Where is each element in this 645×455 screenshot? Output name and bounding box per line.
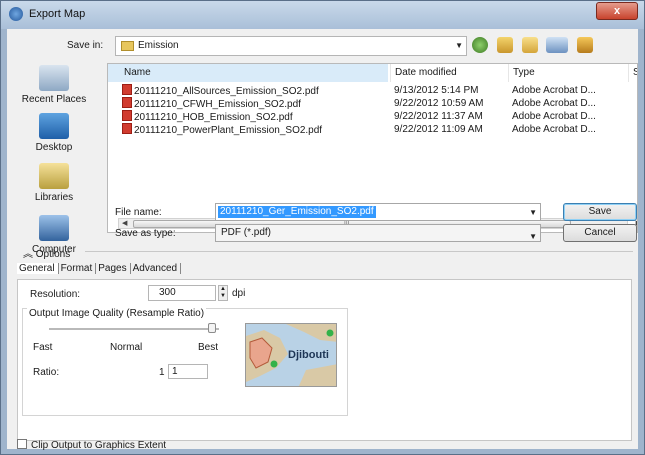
views-icon[interactable] — [546, 37, 569, 53]
slider-label-normal: Normal — [110, 342, 143, 353]
folder-icon — [121, 41, 134, 51]
save-type-dropdown[interactable]: PDF (*.pdf) ▼ — [215, 224, 541, 242]
file-date: 9/13/2012 5:14 PM — [394, 85, 479, 96]
ratio-label: Ratio: — [33, 367, 60, 378]
place-label: Desktop — [35, 142, 73, 153]
place-libraries[interactable]: Libraries — [7, 163, 101, 203]
places-bar: Recent Places Desktop Libraries Computer — [7, 63, 101, 255]
clip-output-label: Clip Output to Graphics Extent — [31, 440, 167, 451]
computer-icon — [39, 215, 69, 241]
save-type-value: PDF (*.pdf) — [221, 227, 272, 238]
general-tab-panel: Resolution: 300 ▲ ▼ dpi Output Image Qual… — [17, 279, 632, 441]
save-in-label: Save in: — [67, 40, 104, 51]
back-icon[interactable] — [472, 37, 488, 53]
quality-slider-track[interactable] — [49, 328, 219, 330]
recent-places-icon — [39, 65, 69, 91]
file-name: 20111210_AllSources_Emission_SO2.pdf — [134, 86, 319, 97]
map-preview: Djibouti — [245, 323, 337, 387]
place-label: Recent Places — [21, 94, 87, 105]
quality-slider-thumb[interactable] — [208, 323, 216, 333]
resolution-input[interactable]: 300 — [148, 285, 216, 301]
file-name: 20111210_CFWH_Emission_SO2.pdf — [134, 99, 301, 110]
column-header-type[interactable]: Type — [508, 64, 626, 82]
pdf-icon — [122, 84, 132, 95]
file-type: Adobe Acrobat D... — [512, 124, 596, 135]
up-folder-icon[interactable] — [496, 37, 513, 53]
options-toggle[interactable]: ︽ Options — [23, 245, 70, 260]
chevron-down-icon: ▼ — [529, 232, 537, 241]
column-header-size[interactable]: Siz — [628, 64, 637, 82]
clip-output-option[interactable]: Clip Output to Graphics Extent — [17, 439, 166, 451]
map-preview-image: Djibouti — [246, 324, 336, 386]
chevron-up-icon: ︽ — [23, 249, 33, 260]
pdf-icon — [122, 97, 132, 108]
options-label: Options — [35, 249, 71, 260]
divider — [85, 251, 633, 252]
place-desktop[interactable]: Desktop — [7, 113, 101, 153]
clip-output-checkbox[interactable] — [17, 439, 27, 449]
ratio-input[interactable]: 1 — [168, 364, 208, 379]
file-type: Adobe Acrobat D... — [512, 85, 596, 96]
scroll-left-icon[interactable]: ◀ — [122, 219, 127, 227]
save-type-label: Save as type: — [115, 228, 176, 239]
pdf-icon — [122, 110, 132, 121]
pdf-icon — [122, 123, 132, 134]
cancel-button[interactable]: Cancel — [563, 224, 637, 242]
dialog-body: Save in: Emission ▼ Recent Places Deskto… — [7, 29, 638, 451]
navigation-toolbar — [472, 37, 599, 55]
output-quality-group: Output Image Quality (Resample Ratio) Fa… — [22, 308, 348, 416]
output-quality-title: Output Image Quality (Resample Ratio) — [27, 308, 207, 319]
chevron-down-icon[interactable]: ▼ — [529, 208, 537, 217]
file-name-value: 20111210_Ger_Emission_SO2.pdf — [218, 206, 376, 218]
file-date: 9/22/2012 10:59 AM — [394, 98, 484, 109]
new-folder-icon[interactable] — [521, 37, 538, 53]
close-button[interactable]: x — [596, 2, 638, 20]
tab-general[interactable]: General — [17, 263, 59, 274]
libraries-icon — [39, 163, 69, 189]
file-type: Adobe Acrobat D... — [512, 98, 596, 109]
export-map-dialog: Export Map x Save in: Emission ▼ Recent … — [0, 0, 645, 455]
title-bar: Export Map x — [1, 1, 644, 29]
save-button[interactable]: Save — [563, 203, 637, 221]
slider-label-best: Best — [198, 342, 219, 353]
resolution-label: Resolution: — [30, 289, 81, 300]
file-row[interactable]: 20111210_CFWH_Emission_SO2.pdf 9/22/2012… — [108, 97, 637, 110]
file-name: 20111210_PowerPlant_Emission_SO2.pdf — [134, 125, 323, 136]
file-name: 20111210_HOB_Emission_SO2.pdf — [134, 112, 293, 123]
home-icon[interactable] — [577, 37, 594, 53]
tab-format[interactable]: Format — [59, 263, 97, 274]
resolution-unit: dpi — [232, 288, 246, 299]
place-label: Libraries — [34, 192, 74, 203]
dialog-title: Export Map — [29, 8, 86, 20]
save-in-value: Emission — [138, 40, 179, 51]
column-header-name[interactable]: Name — [108, 64, 388, 82]
slider-label-fast: Fast — [33, 342, 53, 353]
preview-caption: Djibouti — [288, 349, 329, 361]
file-date: 9/22/2012 11:37 AM — [394, 111, 483, 122]
column-header-date[interactable]: Date modified — [390, 64, 506, 82]
desktop-icon — [39, 113, 69, 139]
file-name-input[interactable]: 20111210_Ger_Emission_SO2.pdf ▼ — [215, 203, 541, 221]
file-date: 9/22/2012 11:09 AM — [394, 124, 483, 135]
tab-pages[interactable]: Pages — [96, 263, 131, 274]
file-type: Adobe Acrobat D... — [512, 111, 596, 122]
map-export-icon — [9, 7, 23, 21]
file-row[interactable]: 20111210_PowerPlant_Emission_SO2.pdf 9/2… — [108, 123, 637, 136]
resolution-spinner[interactable]: ▲ ▼ — [218, 285, 228, 301]
chevron-down-icon: ▼ — [455, 41, 463, 50]
file-name-label: File name: — [115, 207, 162, 218]
file-row[interactable]: 20111210_AllSources_Emission_SO2.pdf 9/1… — [108, 84, 637, 97]
file-row[interactable]: 20111210_HOB_Emission_SO2.pdf 9/22/2012 … — [108, 110, 637, 123]
place-recent[interactable]: Recent Places — [7, 65, 101, 105]
tab-advanced[interactable]: Advanced — [131, 263, 182, 274]
save-in-dropdown[interactable]: Emission ▼ — [115, 36, 467, 56]
options-tabs: General Format Pages Advanced — [17, 263, 182, 277]
